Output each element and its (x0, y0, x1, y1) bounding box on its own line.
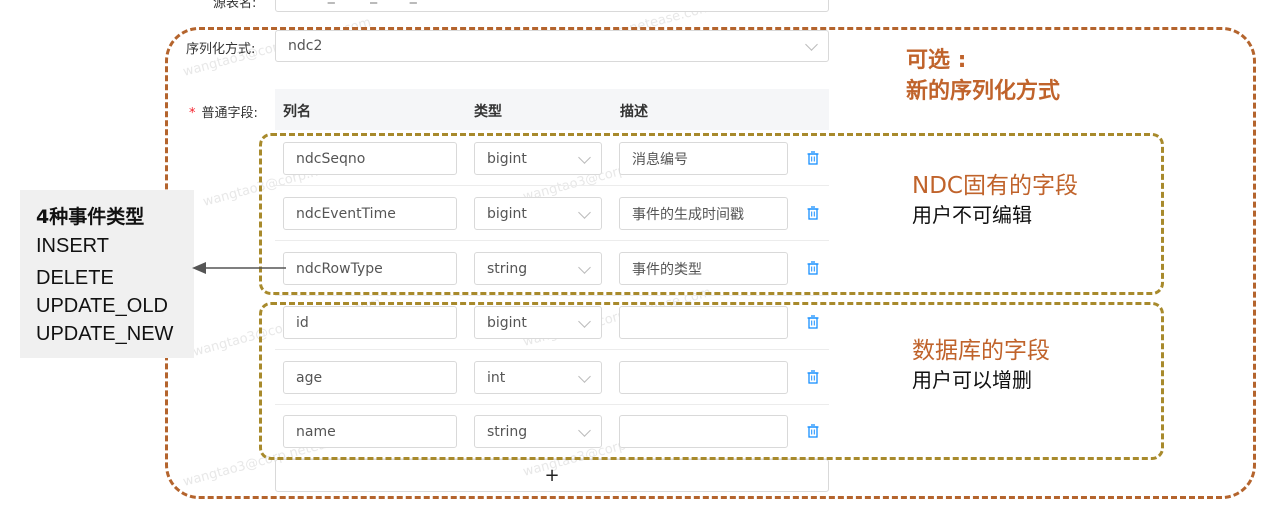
event-type-item: UPDATE_NEW (36, 323, 174, 345)
arrow-icon (192, 262, 286, 274)
event-type-item: DELETE (36, 267, 114, 289)
event-type-item: INSERT (36, 235, 109, 257)
event-types-box: 4种事件类型 INSERT DELETE UPDATE_OLD UPDATE_N… (20, 190, 194, 358)
ndc-fields-sub: 用户不可编辑 (912, 203, 1032, 227)
optional-note-line1: 可选 : (906, 48, 967, 73)
db-fields-sub: 用户可以增删 (912, 368, 1032, 392)
source-table-label: 源表名: (213, 0, 257, 11)
source-table-input[interactable]: demo_table_from_ddb (275, 0, 829, 12)
event-type-item: UPDATE_OLD (36, 295, 168, 317)
db-fields-title: 数据库的字段 (912, 338, 1050, 364)
event-types-title: 4种事件类型 (36, 206, 145, 228)
ndc-fields-title: NDC固有的字段 (912, 173, 1078, 199)
optional-note-line2: 新的序列化方式 (906, 79, 1061, 104)
source-table-value: demo_table_from_ddb (288, 0, 443, 4)
optional-note: 可选 : 新的序列化方式 (906, 45, 1060, 107)
